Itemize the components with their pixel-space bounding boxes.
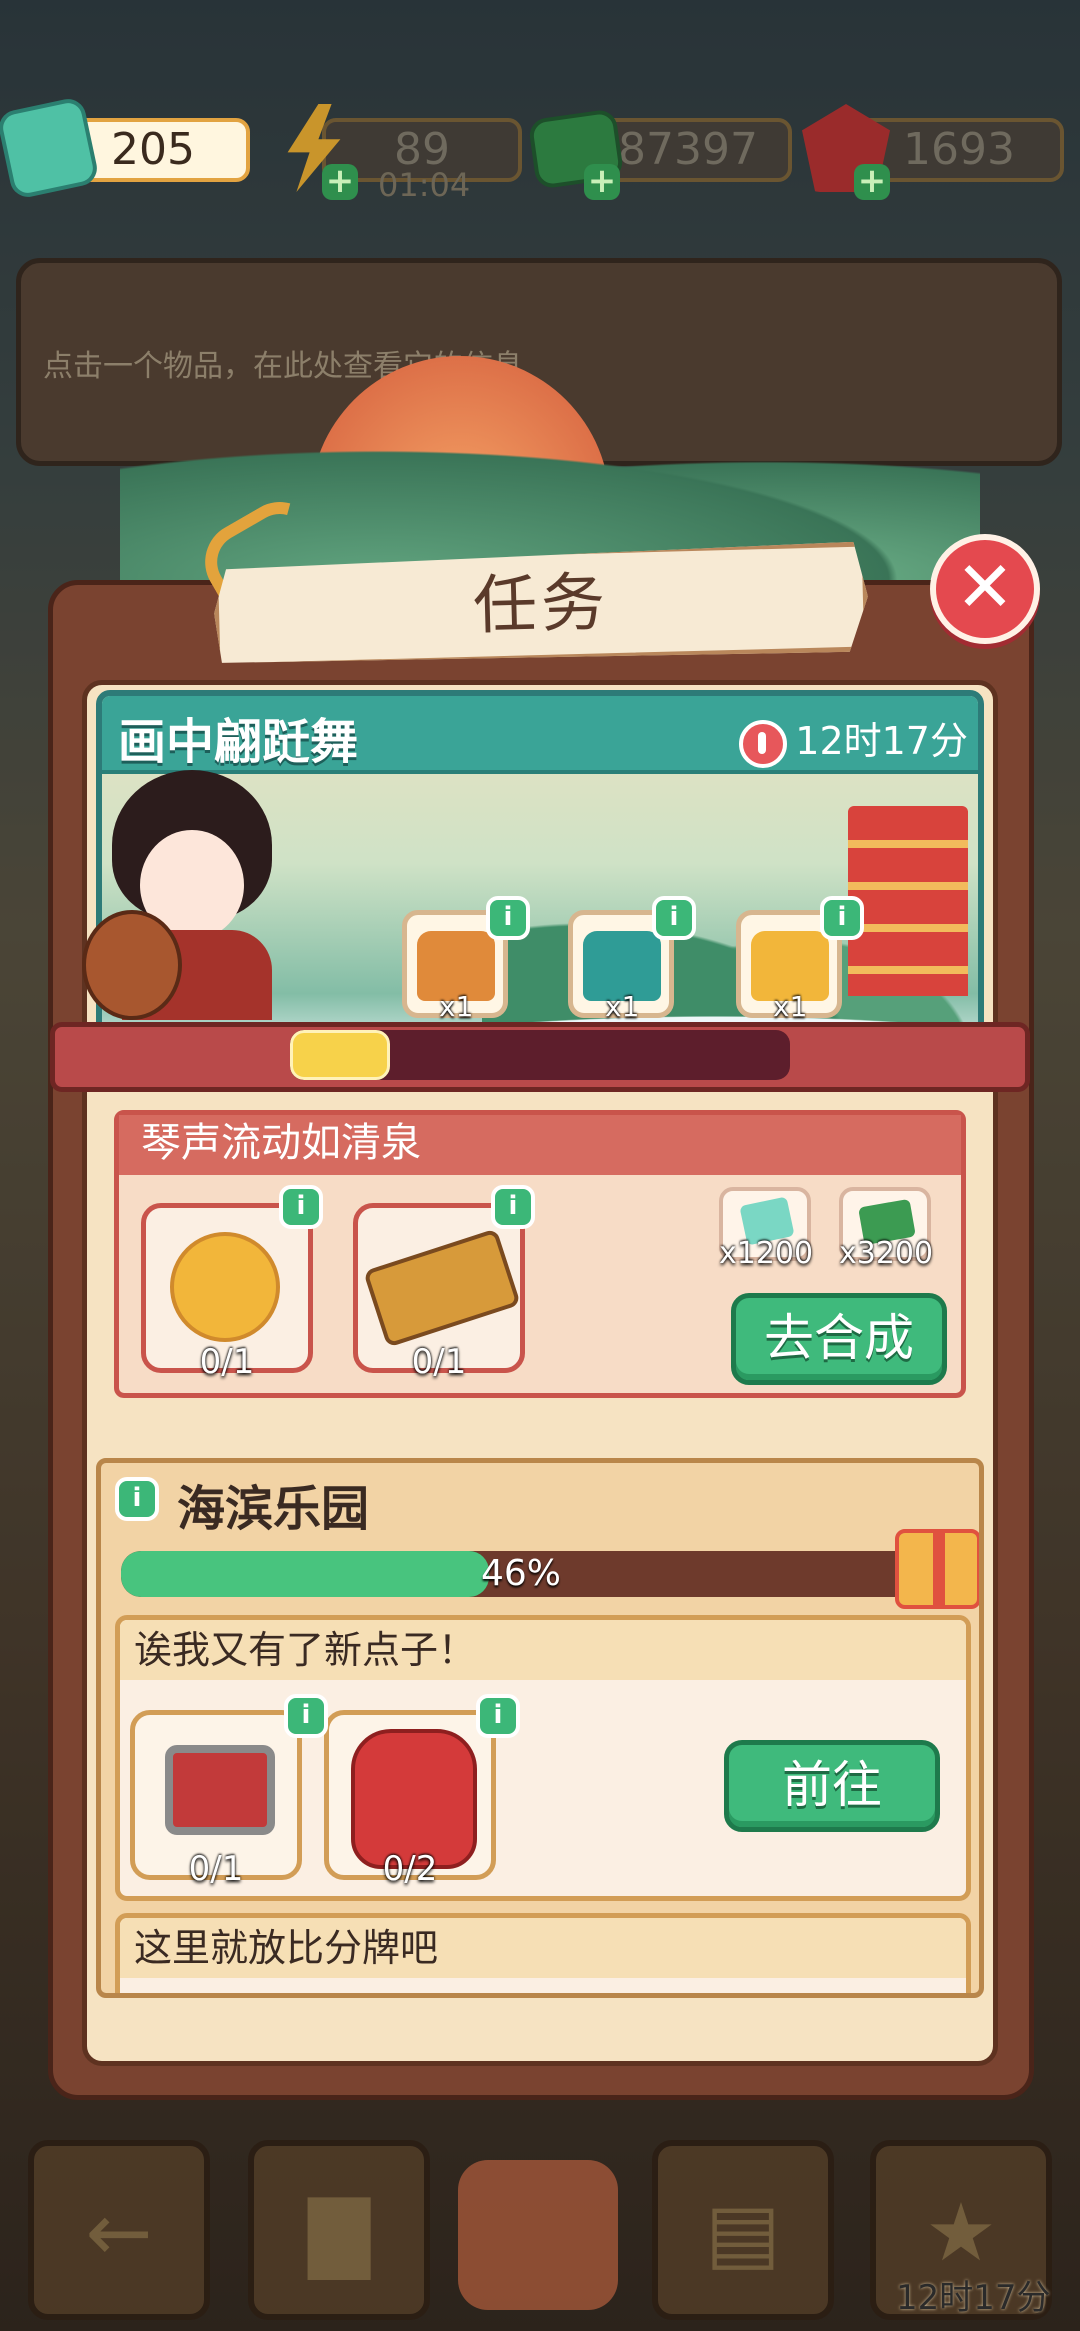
event-timer-text: 12时17分 (795, 719, 968, 763)
subtask-card: 琴声流动如清泉 0/1 0/1 i i x1200 x3200 去合成 (114, 1110, 966, 1398)
pipa-icon (82, 910, 182, 1020)
arrow-left-icon: ← (85, 2186, 153, 2279)
info-icon[interactable]: i (476, 1694, 520, 1738)
gem-counter[interactable]: 1693 + (802, 104, 1064, 200)
event-progress-fill (290, 1030, 390, 1080)
reward-qty: x1200 (719, 1236, 814, 1271)
info-icon[interactable]: i (491, 1185, 535, 1229)
event-timer: 12时17分 (739, 710, 968, 768)
reward-tickets: x1200 (719, 1187, 813, 1271)
info-icon[interactable]: i (820, 896, 864, 940)
quest-task-1: 诶我又有了新点子！ 0/1 0/2 i i 前往 (115, 1615, 971, 1901)
required-item-2[interactable]: 0/2 (324, 1710, 496, 1889)
item-count: 0/2 (382, 1849, 438, 1889)
info-icon[interactable]: i (652, 896, 696, 940)
add-cash-icon[interactable]: + (584, 164, 620, 200)
energy-timer: 01:04 (378, 166, 471, 204)
quest-title: 海滨乐园 (177, 1481, 370, 1537)
info-icon[interactable]: i (486, 896, 530, 940)
clock-icon (739, 719, 788, 768)
energy-counter[interactable]: 89 + 01:04 (282, 104, 522, 204)
item-count: 0/1 (411, 1342, 467, 1382)
chest-qty: x1 (773, 990, 808, 1023)
quest-task-2: 这里就放比分牌吧 (115, 1913, 971, 1993)
ticket-icon (0, 95, 101, 201)
gift-icon[interactable] (895, 1529, 979, 1609)
basket-button[interactable]: ▤ (652, 2140, 834, 2320)
glove-icon (351, 1729, 477, 1869)
basket-icon: ▤ (705, 2186, 781, 2279)
go-to-button[interactable]: 前往 (724, 1740, 940, 1832)
dancer-character (82, 760, 292, 1020)
add-energy-icon[interactable]: + (322, 164, 358, 200)
chest-shop-icon[interactable] (458, 2160, 618, 2310)
event-progress-bar (290, 1030, 790, 1080)
quest-progress-label: 46% (480, 1553, 561, 1594)
podium-icon: ▇ (308, 2186, 370, 2279)
back-button[interactable]: ← (28, 2140, 210, 2320)
cash-counter[interactable]: 87397 + (527, 108, 792, 200)
info-icon[interactable]: i (284, 1694, 328, 1738)
golden-fish-icon (170, 1232, 280, 1342)
go-merge-button[interactable]: 去合成 (731, 1293, 947, 1385)
chest-qty: x1 (605, 990, 640, 1023)
quest-task-title: 诶我又有了新点子！ (120, 1620, 966, 1680)
item-count: 0/1 (188, 1849, 244, 1889)
bottom-timer: 12时17分 (896, 2278, 1051, 2318)
add-gems-icon[interactable]: + (854, 164, 890, 200)
reward-cash: x3200 (839, 1187, 933, 1271)
reward-qty: x3200 (839, 1236, 934, 1271)
ticket-counter[interactable]: 205 (0, 95, 250, 201)
quest-task-title: 这里就放比分牌吧 (120, 1918, 966, 1978)
info-icon[interactable]: i (279, 1185, 323, 1229)
saw-icon (165, 1745, 275, 1835)
subtask-title: 琴声流动如清泉 (119, 1115, 961, 1175)
leaderboard-button[interactable]: ▇ (248, 2140, 430, 2320)
quest-section: i 海滨乐园 46% 诶我又有了新点子！ 0/1 0/2 i i 前往 这里就放… (96, 1458, 984, 1998)
quest-progress-bar: 46% (121, 1551, 921, 1597)
chest-qty: x1 (439, 990, 474, 1023)
close-button[interactable]: ✕ (930, 534, 1040, 644)
guzheng-icon (363, 1228, 521, 1348)
star-clipboard-icon: ★ (925, 2186, 997, 2279)
pagoda-art (848, 806, 968, 996)
required-item-1[interactable]: 0/1 (130, 1710, 302, 1889)
item-count: 0/1 (199, 1342, 255, 1382)
info-icon[interactable]: i (115, 1477, 159, 1521)
